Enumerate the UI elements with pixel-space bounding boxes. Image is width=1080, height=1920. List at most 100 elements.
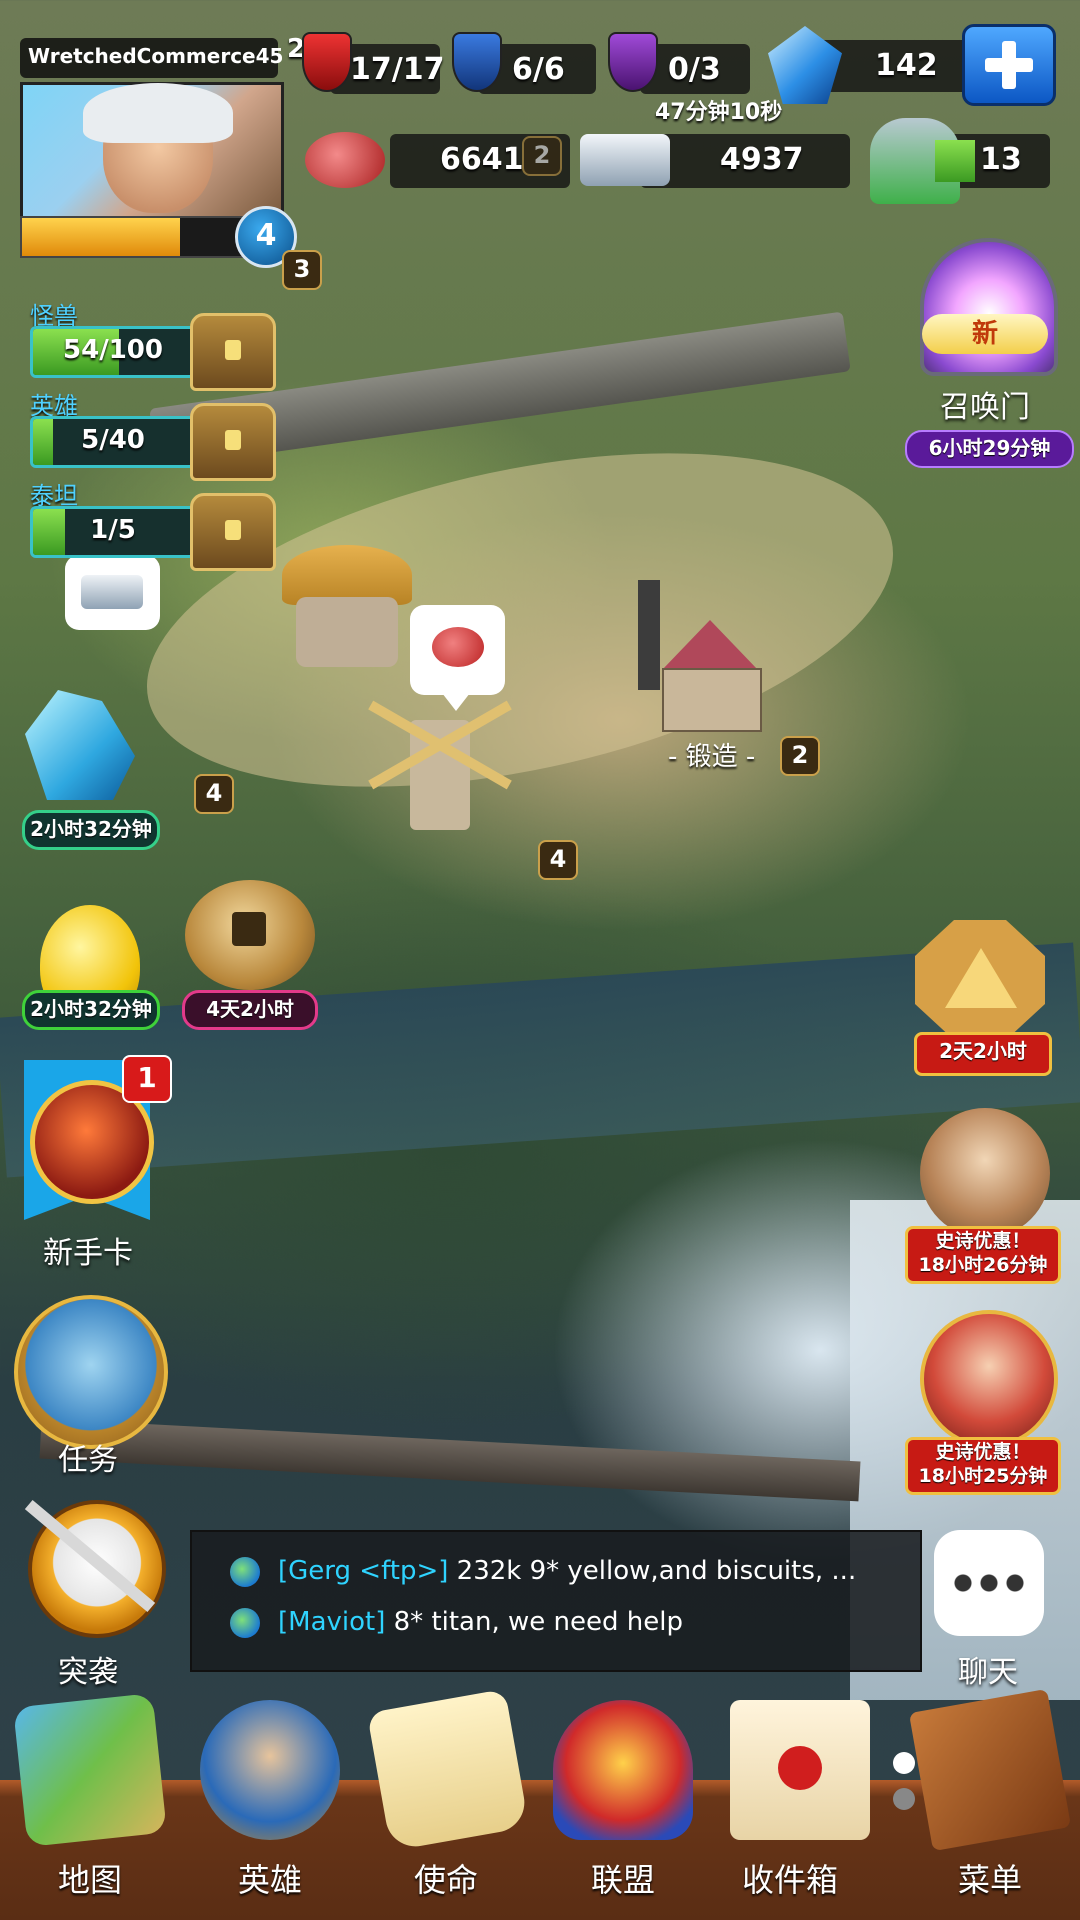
dwarf-hero-icon[interactable] — [920, 1108, 1050, 1238]
profile-level-badge: 3 — [282, 250, 322, 290]
starter-notification-badge: 1 — [122, 1055, 172, 1103]
nav-alliance-label[interactable]: 联盟 — [543, 1855, 703, 1901]
bubble-tail — [442, 693, 470, 711]
meat-icon — [432, 627, 484, 667]
forge-wall — [662, 668, 762, 732]
monster-progress[interactable]: 54/100 — [30, 326, 196, 378]
nav-hero-label[interactable]: 英雄 — [190, 1855, 350, 1901]
epic-offer-badge-1[interactable]: 史诗优惠！ 18小时26分钟 — [905, 1226, 1061, 1284]
xp-bar — [20, 216, 244, 258]
skull-count: 0/3 — [668, 52, 721, 87]
pyramid-shape — [945, 948, 1017, 1008]
titan-progress[interactable]: 1/5 — [30, 506, 196, 558]
summon-new-badge: 新 — [922, 314, 1048, 354]
round-hut[interactable] — [282, 545, 412, 675]
iron-bar-icon — [81, 575, 143, 609]
globe-icon — [230, 1607, 260, 1638]
player-name-plate[interactable]: WretchedCommerce45 — [20, 38, 283, 78]
food-count: 6641 — [440, 142, 524, 177]
offer-timer-1: 18小时26分钟 — [918, 1254, 1048, 1276]
coins-timer: 4天2小时 — [182, 990, 318, 1030]
dragon-shield-icon — [302, 32, 352, 92]
summon-portal-timer: 6小时29分钟 — [905, 430, 1074, 468]
food-collect-bubble[interactable] — [410, 605, 505, 695]
page-dot-active — [893, 1752, 915, 1774]
forge-label: - 锻造 - — [668, 742, 756, 772]
troops-count: 13 — [980, 142, 1022, 177]
forge-roof — [662, 620, 758, 670]
heroine-icon[interactable] — [920, 1310, 1058, 1448]
epic-offer-badge-2[interactable]: 史诗优惠！ 18小时25分钟 — [905, 1437, 1061, 1495]
chat-text-1: 232k 9* yellow,and biscuits, ... — [448, 1556, 857, 1586]
avatar-hair — [83, 83, 233, 143]
chat-text-2: 8* titan, we need help — [385, 1607, 683, 1637]
nav-mission-label[interactable]: 使命 — [366, 1855, 526, 1901]
chat-button[interactable] — [934, 1530, 1044, 1636]
crystal-mine[interactable] — [25, 690, 135, 800]
nav-inbox-label[interactable]: 收件箱 — [710, 1855, 870, 1901]
raid-label: 突袭 — [58, 1655, 118, 1690]
nav-page-dots — [893, 1752, 915, 1812]
forge-label-text: 锻造 — [685, 742, 738, 772]
troops-bar — [935, 140, 975, 182]
sword-shield-icon — [452, 32, 502, 92]
globe-icon — [230, 1556, 260, 1587]
titan-chest-icon[interactable] — [190, 493, 276, 571]
crystal-level-badge: 4 — [194, 774, 234, 814]
page-dot — [893, 1788, 915, 1810]
offer-title-2: 史诗优惠！ — [935, 1441, 1031, 1463]
scroll-quill-icon[interactable] — [366, 1688, 530, 1852]
windmill[interactable] — [368, 700, 512, 830]
hero-chest-icon[interactable] — [190, 403, 276, 481]
hero-progress[interactable]: 5/40 — [30, 416, 196, 468]
food-building-level: 2 — [522, 136, 562, 176]
menu-book-icon[interactable] — [908, 1688, 1072, 1852]
egg-timer: 2小时32分钟 — [22, 990, 160, 1030]
chat-user-2: [Maviot] — [278, 1607, 386, 1637]
raid-count: 17/17 — [350, 52, 445, 87]
summon-portal-label: 召唤门 — [940, 390, 1030, 425]
gem-count: 142 — [875, 48, 938, 83]
titan-progress-value: 1/5 — [90, 515, 136, 545]
alliance-helmet-icon[interactable] — [553, 1700, 693, 1840]
iron-count: 4937 — [720, 142, 804, 177]
meat-icon — [305, 132, 385, 188]
add-gems-button[interactable] — [962, 24, 1056, 106]
hut-roof — [282, 545, 412, 605]
ellipsis-icon — [954, 1574, 1024, 1592]
coin-hole — [232, 912, 266, 946]
skull-timer: 47分钟10秒 — [655, 100, 783, 125]
envelope-icon[interactable] — [730, 1700, 870, 1840]
windmill-level-badge: 4 — [538, 840, 578, 880]
monster-progress-value: 54/100 — [63, 335, 163, 365]
lower-wall — [39, 1418, 861, 1502]
chat-label: 聊天 — [958, 1655, 1018, 1690]
offer-title-1: 史诗优惠！ — [935, 1230, 1031, 1252]
chat-user-1: [Gerg <ftp>] — [278, 1556, 449, 1586]
chat-message-1: [Gerg <ftp>] 232k 9* yellow,and biscuits… — [230, 1556, 856, 1587]
airship-icon[interactable] — [14, 1295, 168, 1449]
xp-fill — [22, 218, 181, 256]
chat-preview[interactable]: [Gerg <ftp>] 232k 9* yellow,and biscuits… — [190, 1530, 922, 1672]
forge-chimney — [638, 580, 660, 690]
hut-wall — [296, 597, 398, 667]
player-avatar[interactable] — [20, 82, 284, 220]
forge-level-badge: 2 — [780, 736, 820, 776]
monster-chest-icon[interactable] — [190, 313, 276, 391]
forge-building[interactable] — [650, 620, 770, 732]
player-name: WretchedCommerce45 — [28, 44, 284, 68]
offer-timer-2: 18小时25分钟 — [918, 1465, 1048, 1487]
iron-collect-bubble[interactable] — [65, 555, 160, 630]
chat-message-2: [Maviot] 8* titan, we need help — [230, 1607, 683, 1638]
map-icon[interactable] — [13, 1693, 167, 1847]
nav-menu-label[interactable]: 菜单 — [910, 1855, 1070, 1901]
wax-seal-icon — [778, 1746, 822, 1790]
plus-icon-vertical — [1002, 41, 1016, 89]
quests-label: 任务 — [58, 1443, 118, 1478]
crystal-timer: 2小时32分钟 — [22, 810, 160, 850]
hero-icon[interactable] — [200, 1700, 340, 1840]
starter-card-label: 新手卡 — [43, 1236, 133, 1271]
nav-map-label[interactable]: 地图 — [10, 1855, 170, 1901]
summon-portal-icon[interactable] — [920, 238, 1058, 376]
iron-bar-icon — [580, 134, 670, 186]
